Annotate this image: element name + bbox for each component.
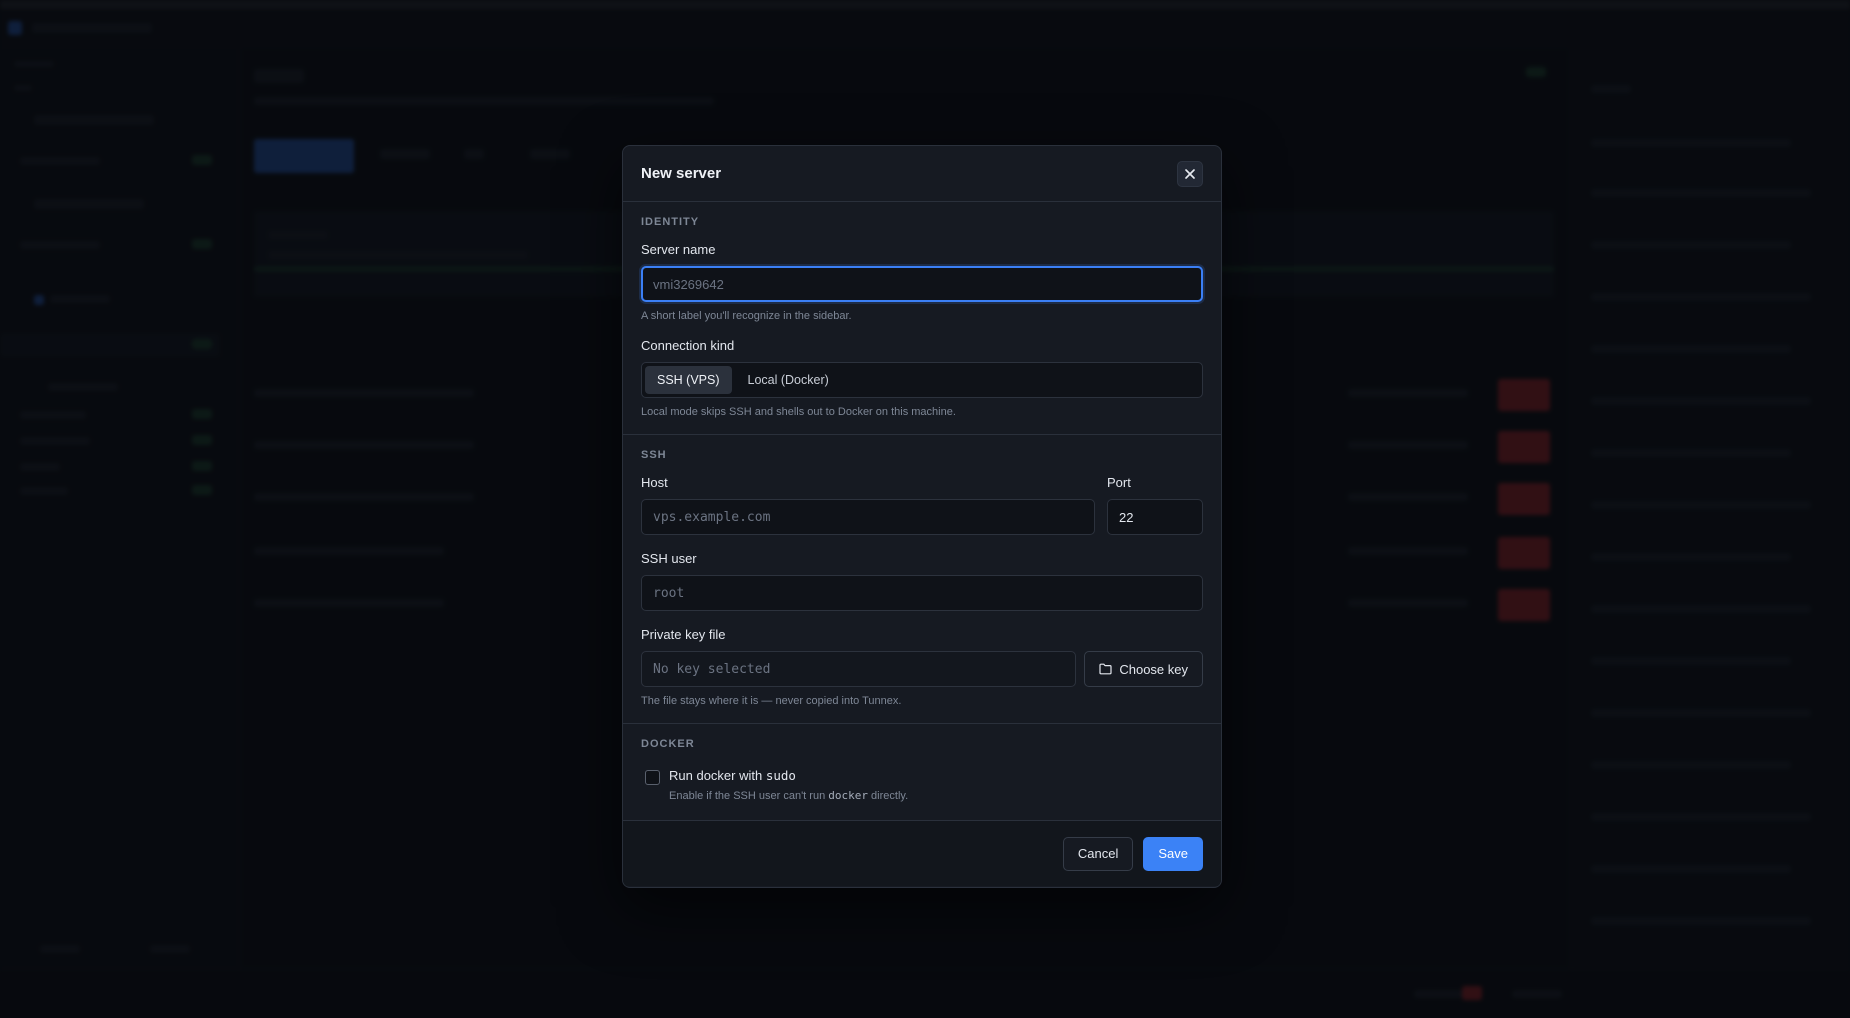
sudo-option: Run docker with sudo Enable if the SSH u… — [641, 768, 1203, 802]
dialog-title: New server — [641, 165, 722, 182]
server-name-label: Server name — [641, 242, 716, 257]
server-name-input[interactable] — [641, 266, 1203, 302]
connection-kind-label: Connection kind — [641, 338, 735, 353]
dialog-header: New server — [623, 146, 1221, 202]
private-key-input — [641, 651, 1077, 687]
dialog-footer: Cancel Save — [623, 821, 1221, 886]
close-button[interactable] — [1177, 160, 1203, 187]
choose-key-label: Choose key — [1119, 661, 1188, 677]
ssh-section-title: SSH — [641, 449, 667, 461]
docker-section-title: DOCKER — [641, 738, 695, 750]
sudo-hint: Enable if the SSH user can't run docker … — [669, 789, 909, 802]
private-key-hint: The file stays where it is — never copie… — [641, 695, 902, 707]
host-label: Host — [641, 475, 668, 490]
sudo-checkbox[interactable] — [645, 770, 660, 785]
close-icon — [1185, 168, 1195, 179]
ssh-user-input[interactable] — [641, 575, 1203, 611]
host-input[interactable] — [641, 499, 1095, 535]
port-input[interactable] — [1107, 499, 1203, 535]
identity-section-title: IDENTITY — [641, 216, 700, 228]
docker-code: docker — [828, 789, 868, 802]
ssh-user-label: SSH user — [641, 551, 697, 566]
identity-section: IDENTITY Server name A short label you'l… — [623, 202, 1221, 435]
connection-option-ssh[interactable]: SSH (VPS) — [645, 366, 732, 394]
save-button[interactable]: Save — [1143, 836, 1203, 871]
port-label: Port — [1107, 475, 1131, 490]
connection-kind-hint: Local mode skips SSH and shells out to D… — [641, 406, 956, 418]
new-server-dialog: New server IDENTITY Server name A short … — [622, 145, 1222, 888]
connection-option-local[interactable]: Local (Docker) — [736, 366, 841, 394]
sudo-code: sudo — [765, 768, 796, 783]
ssh-section: SSH Host Port SSH user Private key file — [623, 435, 1221, 724]
sudo-label: Run docker with sudo — [669, 768, 796, 783]
private-key-label: Private key file — [641, 627, 726, 642]
cancel-button[interactable]: Cancel — [1062, 836, 1134, 871]
folder-icon — [1099, 663, 1112, 675]
connection-kind-toggle: SSH (VPS) Local (Docker) — [641, 362, 1203, 398]
choose-key-button[interactable]: Choose key — [1084, 651, 1203, 687]
docker-section: DOCKER Run docker with sudo Enable if th… — [623, 724, 1221, 821]
server-name-hint: A short label you'll recognize in the si… — [641, 310, 852, 322]
